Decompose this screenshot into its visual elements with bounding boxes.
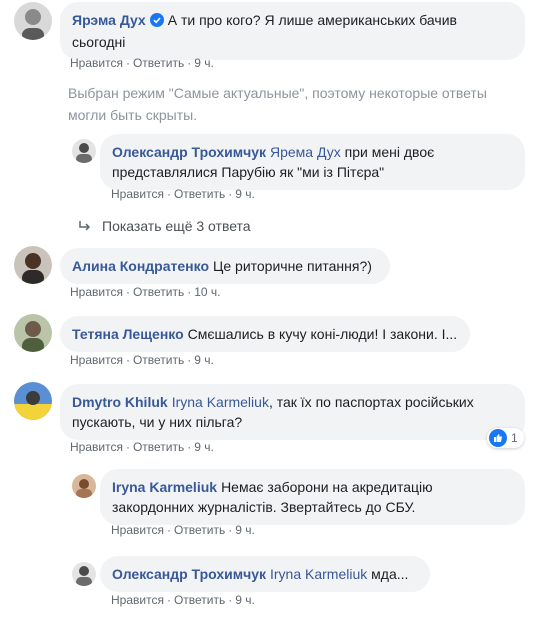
comment-author[interactable]: Алина Кондратенко bbox=[72, 258, 209, 274]
separator-dot: · bbox=[228, 593, 233, 607]
comment-actions: Нравится · Ответить · 9 ч. bbox=[70, 353, 214, 367]
comment-bubble: Iryna Karmeliuk Немає заборони на акредит… bbox=[100, 469, 525, 525]
comment-author[interactable]: Dmytro Khiluk bbox=[72, 394, 168, 410]
reply-link[interactable]: Ответить bbox=[174, 593, 225, 607]
comment-author[interactable]: Ярэма Дух bbox=[72, 12, 146, 28]
comment-time[interactable]: 9 ч. bbox=[194, 353, 214, 367]
separator-dot: · bbox=[166, 187, 171, 201]
reply-arrow-icon bbox=[79, 221, 91, 231]
separator-dot: · bbox=[125, 353, 130, 367]
separator-dot: · bbox=[166, 593, 171, 607]
separator-dot: · bbox=[125, 440, 130, 454]
like-link[interactable]: Нравится bbox=[70, 56, 123, 70]
comment-bubble: Тетяна Лещенко Смєшались в кучу коні-люди… bbox=[60, 316, 470, 352]
avatar[interactable] bbox=[72, 474, 96, 498]
reply-link[interactable]: Ответить bbox=[133, 56, 184, 70]
avatar[interactable] bbox=[72, 139, 96, 163]
show-more-replies[interactable]: Показать ещё 3 ответа bbox=[78, 218, 251, 234]
comment-actions: Нравится · Ответить · 9 ч. bbox=[111, 593, 255, 607]
mention-link[interactable]: Iryna Karmeliuk bbox=[270, 566, 367, 582]
separator-dot: · bbox=[187, 285, 192, 299]
comment-bubble: Алина Кондратенко Це риторичне питання?) bbox=[60, 248, 390, 284]
like-link[interactable]: Нравится bbox=[70, 440, 123, 454]
comment-actions: Нравится · Ответить · 9 ч. bbox=[111, 187, 255, 201]
separator-dot: · bbox=[125, 56, 130, 70]
separator-dot: · bbox=[228, 523, 233, 537]
comment-actions: Нравится · Ответить · 9 ч. bbox=[70, 440, 214, 454]
comment-time[interactable]: 9 ч. bbox=[235, 523, 255, 537]
comment-time[interactable]: 10 ч. bbox=[194, 285, 220, 299]
sort-notice: Выбран режим "Самые актуальные", поэтому… bbox=[68, 85, 487, 123]
avatar[interactable] bbox=[14, 314, 52, 352]
reply-link[interactable]: Ответить bbox=[133, 353, 184, 367]
comment-bubble: Ярэма Дух А ти про кого? Я лише американс… bbox=[60, 2, 525, 60]
separator-dot: · bbox=[166, 523, 171, 537]
reply-link[interactable]: Ответить bbox=[174, 523, 225, 537]
mention-link[interactable]: Ярема Дух bbox=[270, 144, 341, 160]
reaction-count[interactable]: 1 bbox=[487, 428, 524, 448]
comment-time[interactable]: 9 ч. bbox=[235, 593, 255, 607]
comment-actions: Нравится · Ответить · 10 ч. bbox=[70, 285, 221, 299]
comment-author[interactable]: Олександр Трохимчук bbox=[112, 144, 266, 160]
comment-author[interactable]: Iryna Karmeliuk bbox=[112, 479, 217, 495]
mention-link[interactable]: Iryna Karmeliuk bbox=[172, 394, 269, 410]
comment-text: Смєшались в кучу коні-люди! І закони. І.… bbox=[187, 326, 458, 342]
avatar[interactable] bbox=[14, 382, 52, 420]
comment-actions: Нравится · Ответить · 9 ч. bbox=[111, 523, 255, 537]
comment-text: Це риторичне питання?) bbox=[213, 258, 372, 274]
comment-actions: Нравится · Ответить · 9 ч. bbox=[70, 56, 214, 70]
like-link[interactable]: Нравится bbox=[111, 523, 164, 537]
separator-dot: · bbox=[187, 56, 192, 70]
avatar[interactable] bbox=[14, 2, 52, 40]
verified-badge-icon bbox=[149, 12, 164, 32]
like-link[interactable]: Нравится bbox=[111, 187, 164, 201]
like-reaction-icon bbox=[489, 429, 507, 447]
comment-bubble: Dmytro Khiluk Iryna Karmeliuk, так їх по … bbox=[60, 384, 525, 440]
like-link[interactable]: Нравится bbox=[111, 593, 164, 607]
like-link[interactable]: Нравится bbox=[70, 285, 123, 299]
separator-dot: · bbox=[228, 187, 233, 201]
comment-bubble: Олександр Трохимчук Iryna Karmeliuk мда..… bbox=[100, 556, 430, 592]
comment-bubble: Олександр Трохимчук Ярема Дух при мені дв… bbox=[100, 134, 525, 190]
show-more-label[interactable]: Показать ещё 3 ответа bbox=[102, 218, 251, 234]
reply-link[interactable]: Ответить bbox=[174, 187, 225, 201]
like-link[interactable]: Нравится bbox=[70, 353, 123, 367]
separator-dot: · bbox=[187, 353, 192, 367]
reply-link[interactable]: Ответить bbox=[133, 285, 184, 299]
comment-author[interactable]: Тетяна Лещенко bbox=[72, 326, 184, 342]
comment-text: мда... bbox=[371, 566, 409, 582]
comment-author[interactable]: Олександр Трохимчук bbox=[112, 566, 266, 582]
comment-time[interactable]: 9 ч. bbox=[194, 56, 214, 70]
avatar[interactable] bbox=[14, 246, 52, 284]
avatar[interactable] bbox=[72, 562, 96, 586]
comment-time[interactable]: 9 ч. bbox=[235, 187, 255, 201]
comment-time[interactable]: 9 ч. bbox=[194, 440, 214, 454]
reaction-number: 1 bbox=[511, 431, 518, 445]
separator-dot: · bbox=[125, 285, 130, 299]
reply-link[interactable]: Ответить bbox=[133, 440, 184, 454]
separator-dot: · bbox=[187, 440, 192, 454]
